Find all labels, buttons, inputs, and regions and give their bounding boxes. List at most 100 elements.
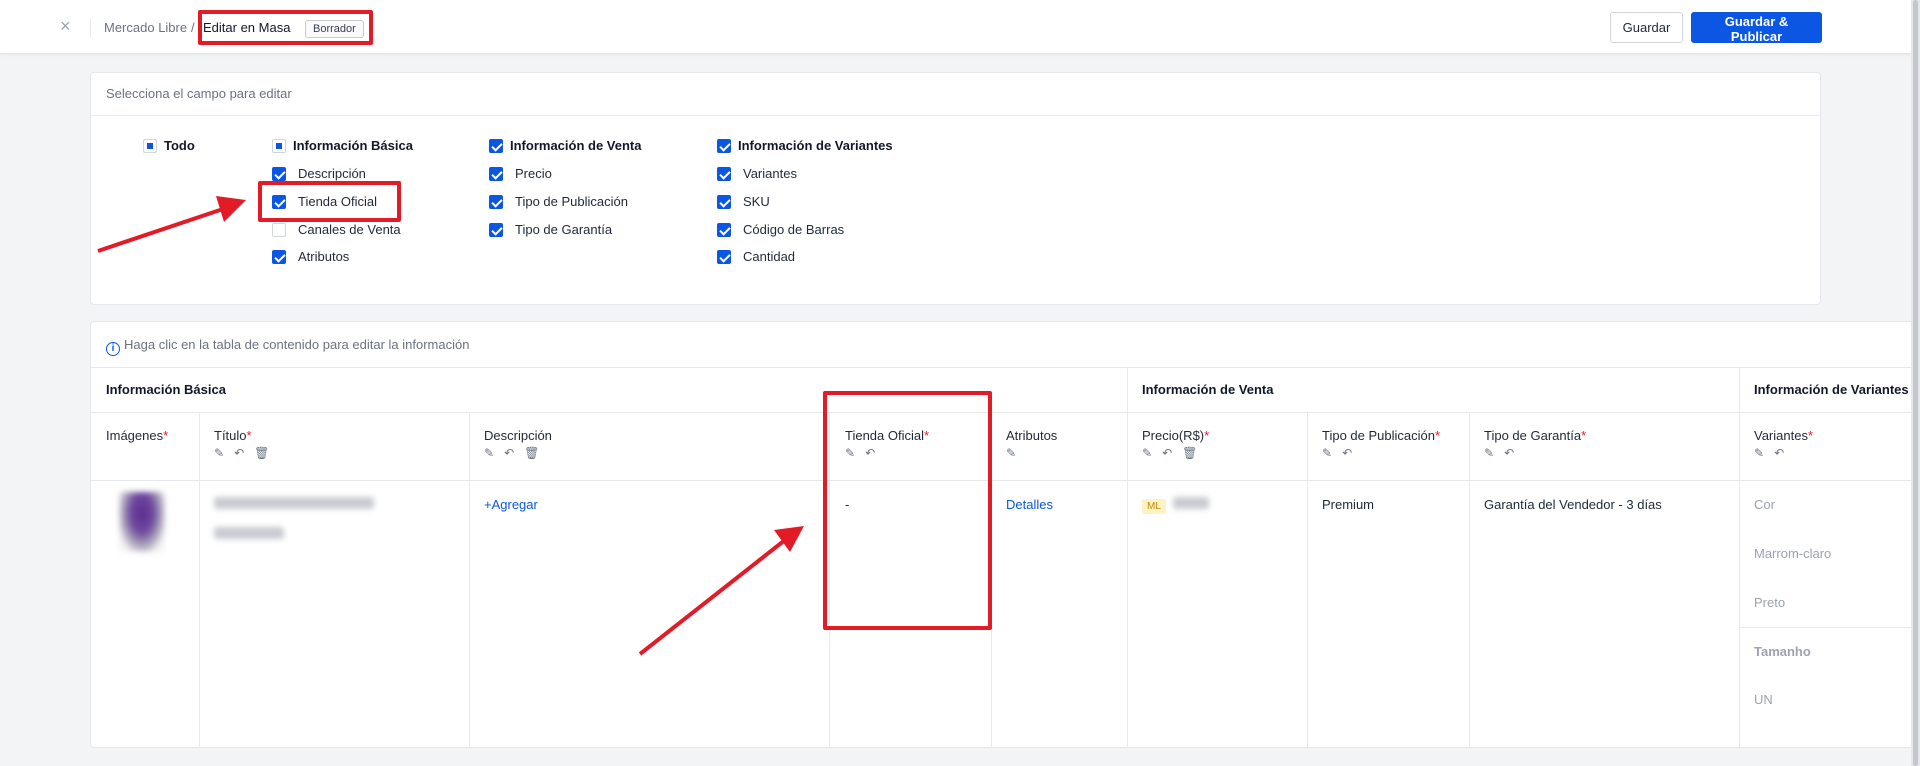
- close-icon[interactable]: ×: [60, 16, 71, 36]
- checkbox-cantidad[interactable]: [717, 250, 731, 264]
- checkbox-group-sale[interactable]: [489, 139, 503, 153]
- annotation-box-header: [198, 10, 373, 45]
- info-icon: i: [106, 342, 120, 356]
- column-header-price: Precio(R$)*: [1142, 428, 1209, 443]
- group-header-basic: Información Básica: [106, 382, 226, 397]
- required-mark: *: [1204, 428, 1210, 443]
- checkbox-label-sku: SKU: [743, 194, 770, 209]
- divider: [1739, 627, 1919, 628]
- column-header-publication-type-text: Tipo de Publicación: [1322, 428, 1435, 443]
- checkbox-label-canales-de-venta: Canales de Venta: [298, 222, 401, 237]
- required-mark: *: [1807, 428, 1814, 443]
- product-image[interactable]: [119, 492, 165, 552]
- trash-icon[interactable]: 🗑: [524, 446, 539, 460]
- checkbox-label-todo: Todo: [164, 138, 195, 153]
- checkbox-label-descripcion: Descripción: [298, 166, 366, 181]
- checkbox-label-group-basic: Información Básica: [293, 138, 413, 153]
- column-separator: [469, 412, 470, 747]
- column-tools-warranty-type: ✎ ↶: [1484, 446, 1524, 460]
- undo-icon[interactable]: ↶: [234, 446, 244, 460]
- column-tools-publication-type: ✎ ↶: [1322, 446, 1362, 460]
- column-header-attributes: Atributos: [1006, 428, 1058, 443]
- column-separator: [1469, 412, 1470, 747]
- save-and-publish-button[interactable]: Guardar & Publicar: [1691, 12, 1822, 44]
- trash-icon[interactable]: 🗑: [254, 446, 269, 460]
- column-separator: [1127, 367, 1128, 747]
- divider: [90, 18, 91, 38]
- column-header-title: Título*: [214, 428, 252, 443]
- checkbox-tipo-de-garantia[interactable]: [489, 223, 503, 237]
- product-title-blurred[interactable]: [214, 497, 374, 509]
- add-description-link[interactable]: +Agregar: [484, 497, 538, 512]
- undo-icon[interactable]: ↶: [1504, 446, 1514, 460]
- checkbox-label-tipo-de-publicacion: Tipo de Publicación: [515, 194, 628, 209]
- required-mark: *: [246, 428, 252, 443]
- annotation-box-tienda-oficial: [258, 181, 401, 222]
- checkbox-codigo-de-barras[interactable]: [717, 223, 731, 237]
- edit-table-card: i Haga clic en la tabla de contenido para…: [90, 321, 1920, 748]
- checkbox-atributos[interactable]: [272, 250, 286, 264]
- checkbox-label-tipo-de-garantia: Tipo de Garantía: [515, 222, 613, 237]
- divider: [91, 367, 1919, 368]
- product-subtitle-blurred: [214, 527, 284, 539]
- column-header-warranty-type: Tipo de Garantía*: [1484, 428, 1586, 443]
- column-tools-attributes: ✎: [1006, 446, 1026, 460]
- checkbox-descripcion[interactable]: [272, 167, 286, 181]
- checkbox-label-precio: Precio: [515, 166, 552, 181]
- checkbox-precio[interactable]: [489, 167, 503, 181]
- variant-attribute-name: Tamanho: [1754, 644, 1811, 659]
- edit-icon[interactable]: ✎: [484, 446, 494, 460]
- undo-icon[interactable]: ↶: [1342, 446, 1352, 460]
- checkbox-label-codigo-de-barras: Código de Barras: [743, 222, 845, 237]
- edit-icon[interactable]: ✎: [1484, 446, 1494, 460]
- variant-value: UN: [1754, 692, 1773, 707]
- checkbox-label-group-sale: Información de Venta: [510, 138, 642, 153]
- undo-icon[interactable]: ↶: [1162, 446, 1172, 460]
- column-header-description: Descripción: [484, 428, 552, 443]
- vertical-scrollbar-thumb[interactable]: [1913, 0, 1918, 766]
- column-header-publication-type: Tipo de Publicación*: [1322, 428, 1440, 443]
- required-mark: *: [1581, 428, 1587, 443]
- price-value-blurred[interactable]: [1173, 497, 1209, 509]
- column-header-images: Imágenes*: [106, 428, 168, 443]
- save-button[interactable]: Guardar: [1610, 12, 1683, 43]
- column-header-title-text: Título: [214, 428, 247, 443]
- checkbox-tipo-de-publicacion[interactable]: [489, 195, 503, 209]
- column-tools-variants: ✎ ↶: [1754, 446, 1794, 460]
- checkbox-label-atributos: Atributos: [298, 249, 350, 264]
- edit-icon[interactable]: ✎: [1006, 446, 1016, 460]
- required-mark: *: [1434, 428, 1441, 443]
- divider: [91, 480, 1919, 481]
- checkbox-group-variants[interactable]: [717, 139, 731, 153]
- info-hint-text: Haga clic en la tabla de contenido para …: [124, 337, 470, 352]
- edit-icon[interactable]: ✎: [1142, 446, 1152, 460]
- annotation-box-official-store-column: [823, 391, 992, 630]
- publication-type-cell[interactable]: Premium: [1322, 497, 1374, 512]
- variant-value: Marrom-claro: [1754, 546, 1832, 561]
- column-tools-description: ✎ ↶ 🗑: [484, 446, 549, 460]
- column-separator: [1307, 412, 1308, 747]
- checkbox-group-basic[interactable]: [272, 139, 286, 153]
- checkbox-canales-de-venta[interactable]: [272, 223, 286, 237]
- trash-icon[interactable]: 🗑: [1182, 446, 1197, 460]
- column-tools-price: ✎ ↶ 🗑: [1142, 446, 1207, 460]
- undo-icon[interactable]: ↶: [504, 446, 514, 460]
- variant-value: Preto: [1754, 595, 1786, 610]
- column-header-price-text: Precio(R$): [1142, 428, 1205, 443]
- column-tools-title: ✎ ↶ 🗑: [214, 446, 279, 460]
- checkbox-label-group-variants: Información de Variantes: [738, 138, 893, 153]
- breadcrumb-root[interactable]: Mercado Libre: [104, 20, 187, 35]
- checkbox-sku[interactable]: [717, 195, 731, 209]
- breadcrumb-separator: /: [191, 20, 195, 35]
- edit-icon[interactable]: ✎: [1322, 446, 1332, 460]
- undo-icon[interactable]: ↶: [1774, 446, 1784, 460]
- edit-icon[interactable]: ✎: [1754, 446, 1764, 460]
- warranty-type-cell[interactable]: Garantía del Vendedor - 3 días: [1484, 497, 1662, 512]
- attributes-details-link[interactable]: Detalles: [1006, 497, 1053, 512]
- checkbox-variantes[interactable]: [717, 167, 731, 181]
- divider: [91, 412, 1919, 413]
- column-separator: [1739, 367, 1740, 747]
- info-hint: i Haga clic en la tabla de contenido para…: [106, 337, 469, 356]
- edit-icon[interactable]: ✎: [214, 446, 224, 460]
- checkbox-todo[interactable]: [143, 139, 157, 153]
